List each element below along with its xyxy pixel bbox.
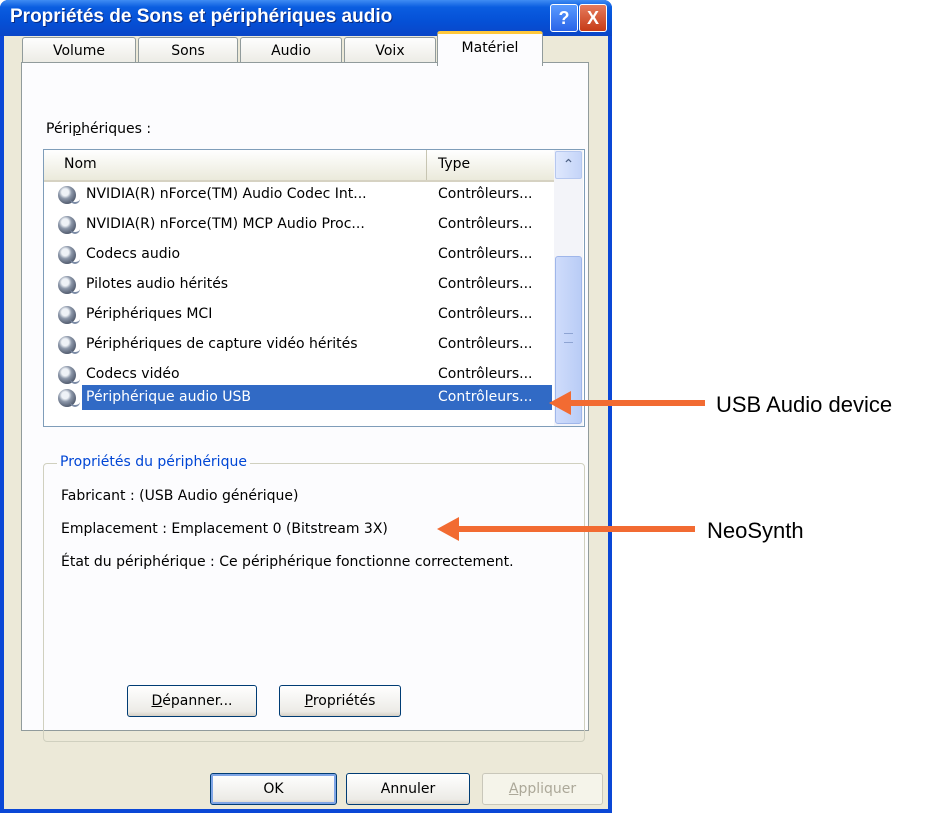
device-name: NVIDIA(R) nForce(TM) MCP Audio Proc...	[86, 216, 365, 232]
button-label: épanner...	[162, 693, 233, 709]
tab-materiel[interactable]: Matériel	[437, 31, 543, 66]
devices-label-part: hériques :	[81, 121, 152, 137]
annotation-neosynth-label: NeoSynth	[707, 518, 804, 543]
device-type: Contrôleurs...	[438, 389, 533, 405]
device-list[interactable]: Nom Type NVIDIA(R) nForce(TM) Audio Code…	[43, 149, 585, 427]
device-type: Contrôleurs...	[438, 366, 533, 382]
device-type: Contrôleurs...	[438, 216, 533, 232]
device-name: Codecs vidéo	[86, 366, 180, 382]
device-type: Contrôleurs...	[438, 306, 533, 322]
device-type: Contrôleurs...	[438, 186, 533, 202]
device-name: Codecs audio	[86, 246, 181, 262]
button-label: ropriétés	[312, 693, 376, 709]
list-item[interactable]: Périphériques de capture vidéo hérités C…	[44, 332, 554, 358]
column-header-type[interactable]: Type	[438, 156, 470, 172]
tab-voix[interactable]: Voix	[344, 37, 436, 63]
scroll-up-button[interactable]: ⌃	[555, 151, 582, 179]
device-name: NVIDIA(R) nForce(TM) Audio Codec Int...	[86, 186, 367, 202]
tab-volume[interactable]: Volume	[22, 37, 136, 63]
list-item[interactable]: NVIDIA(R) nForce(TM) MCP Audio Proc... C…	[44, 212, 554, 238]
close-button[interactable]: X	[579, 4, 607, 32]
device-name: Périphérique audio USB	[86, 389, 252, 405]
annotation-arrow-usb	[569, 400, 705, 406]
tab-audio[interactable]: Audio	[240, 37, 342, 63]
tab-sons[interactable]: Sons	[138, 37, 238, 63]
device-name: Pilotes audio hérités	[86, 276, 229, 292]
devices-label-part: Péri	[46, 121, 73, 137]
troubleshoot-button[interactable]: Dépanner...	[127, 685, 257, 717]
annotation-arrowhead-usb	[549, 391, 571, 415]
speaker-device-icon	[58, 336, 80, 354]
accel-key: A	[508, 781, 519, 797]
ok-button[interactable]: OK	[210, 773, 337, 805]
speaker-device-icon	[58, 246, 80, 264]
vertical-scrollbar[interactable]: ⌃	[554, 150, 583, 426]
speaker-device-icon	[58, 186, 80, 204]
list-item[interactable]: Périphériques MCI Contrôleurs...	[44, 302, 554, 328]
speaker-device-icon	[58, 306, 80, 324]
accel-key: D	[151, 693, 163, 709]
list-item[interactable]: NVIDIA(R) nForce(TM) Audio Codec Int... …	[44, 182, 554, 208]
speaker-device-icon	[58, 216, 80, 234]
help-button[interactable]: ?	[550, 4, 578, 32]
speaker-device-icon	[58, 366, 80, 384]
properties-button[interactable]: Propriétés	[279, 685, 401, 717]
device-type: Contrôleurs...	[438, 336, 533, 352]
list-item[interactable]: Pilotes audio hérités Contrôleurs...	[44, 272, 554, 298]
apply-button[interactable]: Appliquer	[482, 773, 603, 805]
annotation-arrowhead-neosynth	[437, 517, 459, 541]
list-header: Nom Type	[44, 150, 554, 182]
accel-key: P	[304, 693, 313, 709]
device-name: Périphériques de capture vidéo hérités	[86, 336, 358, 352]
list-item-selected[interactable]: Périphérique audio USB Contrôleurs...	[44, 385, 554, 411]
speaker-device-icon	[58, 389, 80, 407]
button-label: ppliquer	[518, 781, 577, 797]
grip-icon	[564, 333, 573, 343]
device-type: Contrôleurs...	[438, 246, 533, 262]
column-header-name[interactable]: Nom	[44, 150, 427, 180]
device-type: Contrôleurs...	[438, 276, 533, 292]
status-text: État du périphérique : Ce périphérique f…	[61, 554, 514, 570]
chevron-up-icon: ⌃	[562, 157, 575, 173]
annotation-arrow-neosynth	[457, 526, 695, 532]
device-name: Périphériques MCI	[86, 306, 213, 322]
annotation-usb-label: USB Audio device	[716, 392, 893, 417]
speaker-device-icon	[58, 276, 80, 294]
devices-label-accel: p	[72, 121, 82, 137]
devices-label: Périphériques :	[46, 121, 151, 137]
list-item[interactable]: Codecs audio Contrôleurs...	[44, 242, 554, 268]
column-name-label: Nom	[64, 156, 97, 172]
cancel-button[interactable]: Annuler	[346, 773, 470, 805]
location-text: Emplacement : Emplacement 0 (Bitstream 3…	[61, 521, 388, 537]
window-title: Propriétés de Sons et périphériques audi…	[10, 6, 393, 27]
manufacturer-text: Fabricant : (USB Audio générique)	[61, 488, 299, 504]
device-properties-title: Propriétés du périphérique	[57, 454, 250, 470]
